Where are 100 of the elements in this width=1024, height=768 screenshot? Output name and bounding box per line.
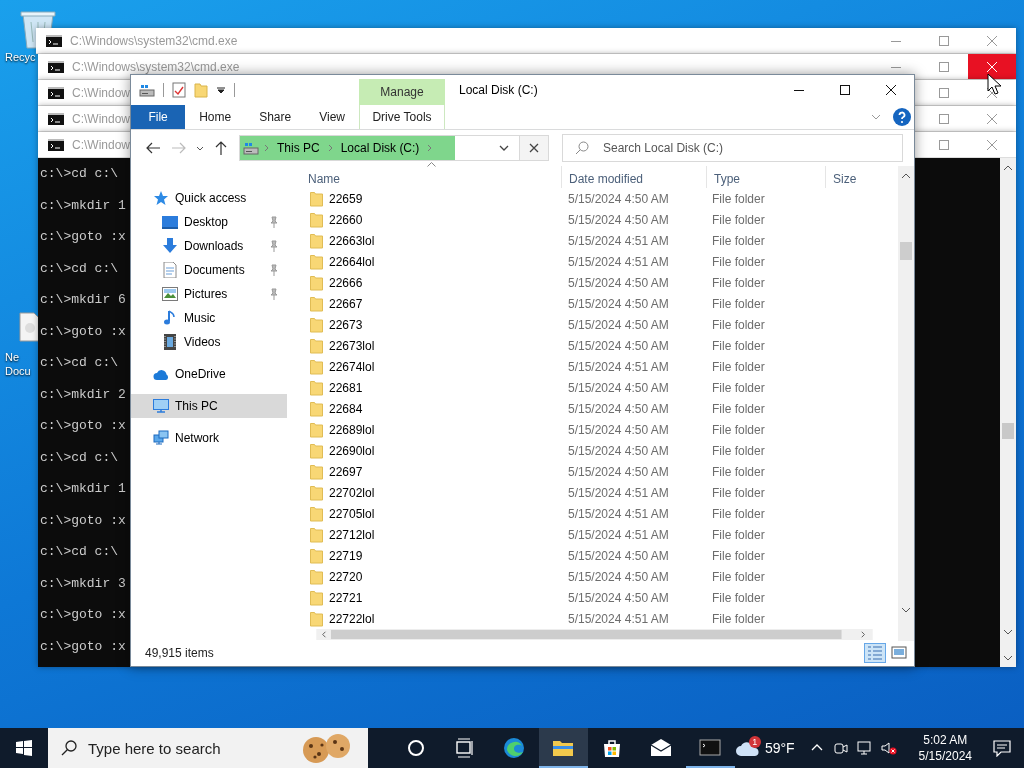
date-modified: 5/15/2024 4:51 AM xyxy=(567,485,670,500)
folder-icon xyxy=(310,610,323,627)
address-bar[interactable]: This PC Local Disk (C:) xyxy=(239,135,520,161)
date-modified: 5/15/2024 4:50 AM xyxy=(567,275,670,290)
console-line: c:\>cd c:\ xyxy=(40,354,118,372)
file-name[interactable]: 22681 xyxy=(329,380,561,395)
folder-icon xyxy=(310,505,323,522)
download-icon xyxy=(162,238,178,254)
column-header[interactable]: Size xyxy=(826,166,898,188)
file-name[interactable]: 22663lol xyxy=(329,233,561,248)
terminal-icon xyxy=(48,112,64,125)
nav-item[interactable]: Network xyxy=(131,426,287,450)
file-type: File folder xyxy=(711,359,766,374)
file-name[interactable]: 22673 xyxy=(329,317,561,332)
console-line: c:\>cd c:\ xyxy=(40,165,118,183)
close-icon xyxy=(886,85,896,95)
nav-item[interactable]: This PC xyxy=(131,394,287,418)
console-line: c:\>mkdir 3 xyxy=(40,574,126,593)
file-name[interactable]: 22697 xyxy=(329,464,561,479)
close-button[interactable] xyxy=(968,54,1016,79)
file-name[interactable]: 22659 xyxy=(329,191,561,206)
folder-icon xyxy=(310,400,323,417)
folder-icon xyxy=(310,358,323,375)
vertical-scrollbar[interactable] xyxy=(898,166,914,641)
ribbon-tab[interactable]: Share xyxy=(245,105,306,129)
file-name[interactable]: 22720 xyxy=(329,569,561,584)
nav-item[interactable]: Music xyxy=(131,306,287,330)
close-icon xyxy=(987,139,997,150)
nav-item[interactable]: Downloads xyxy=(131,234,287,258)
file-name[interactable]: 22722lol xyxy=(329,611,561,626)
date-modified: 5/15/2024 4:50 AM xyxy=(567,212,670,227)
monitor-icon xyxy=(153,398,169,414)
picture-icon xyxy=(162,286,178,302)
notification-badge: 1 xyxy=(748,736,761,748)
icon-label: Docu xyxy=(5,364,31,378)
chevron-icon[interactable] xyxy=(427,144,433,152)
terminal-icon xyxy=(46,34,62,47)
context-tab[interactable]: Drive Tools xyxy=(359,105,445,129)
file-name[interactable]: 22719 xyxy=(329,548,561,563)
file-name[interactable]: 22712lol xyxy=(329,527,561,542)
envelope-icon xyxy=(650,737,673,759)
chevron-icon[interactable] xyxy=(264,144,269,152)
nav-item[interactable]: OneDrive xyxy=(131,362,287,386)
nav-item[interactable]: Pictures xyxy=(131,282,287,306)
nav-item[interactable]: Documents xyxy=(131,258,287,282)
folder-button[interactable] xyxy=(538,728,588,768)
file-name[interactable]: 22664lol xyxy=(329,254,561,269)
file-type: File folder xyxy=(711,338,766,353)
icon-label: Ne xyxy=(5,350,20,364)
context-tab-group[interactable]: Manage xyxy=(359,79,445,105)
file-name[interactable]: 22705lol xyxy=(329,506,561,521)
nav-item[interactable]: Videos xyxy=(131,330,287,354)
file-name[interactable]: 22690lol xyxy=(329,443,561,458)
view-button[interactable] xyxy=(864,643,886,663)
file-type: File folder xyxy=(711,380,766,395)
terminal-icon xyxy=(48,138,64,151)
file-name[interactable]: 22667 xyxy=(329,296,561,311)
folder-icon xyxy=(310,526,323,543)
console-line: c:\>mkdir 6 xyxy=(40,291,126,309)
file-type: File folder xyxy=(711,275,766,290)
date-modified: 5/15/2024 4:50 AM xyxy=(567,464,670,479)
folder-icon xyxy=(310,589,323,606)
search-icon xyxy=(575,141,589,155)
folder-icon xyxy=(310,274,323,291)
stop-button[interactable] xyxy=(520,135,549,161)
column-header[interactable]: Date modified xyxy=(562,166,707,188)
file-name[interactable]: 22721 xyxy=(329,590,561,605)
folder-icon xyxy=(310,190,323,207)
chevron-down-icon[interactable] xyxy=(871,114,881,120)
ribbon-tab[interactable]: View xyxy=(305,105,359,129)
file-name[interactable]: 22666 xyxy=(329,275,561,290)
clock[interactable]: 5:02 AM 5/15/2024 xyxy=(910,728,980,768)
file-name[interactable]: 22674lol xyxy=(329,359,561,374)
breadcrumb[interactable]: Local Disk (C:) xyxy=(337,141,423,155)
column-header[interactable]: Name xyxy=(291,166,562,188)
help-icon[interactable] xyxy=(893,108,911,126)
chevron-icon[interactable] xyxy=(327,144,333,152)
file-name[interactable]: 22673lol xyxy=(329,338,561,353)
date-modified: 5/15/2024 4:51 AM xyxy=(567,233,670,248)
column-header[interactable]: Type xyxy=(707,166,826,188)
terminal-icon xyxy=(699,736,722,758)
file-name[interactable]: 22689lol xyxy=(329,422,561,437)
maximize-icon xyxy=(939,113,949,124)
file-name[interactable]: 22660 xyxy=(329,212,561,227)
file-tab[interactable]: File xyxy=(131,105,186,129)
ribbon-tab[interactable]: Home xyxy=(185,105,246,129)
weather-button[interactable]: 1 59°F xyxy=(734,728,805,768)
file-name[interactable]: 22702lol xyxy=(329,485,561,500)
search-field[interactable]: Type here to search xyxy=(48,728,368,768)
maximize-icon xyxy=(939,35,949,46)
folder-icon xyxy=(310,379,323,396)
nav-item[interactable]: Desktop xyxy=(131,210,287,234)
file-name[interactable]: 22684 xyxy=(329,401,561,416)
breadcrumb[interactable]: This PC xyxy=(274,141,323,155)
properties-icon[interactable] xyxy=(172,82,186,98)
folder-icon[interactable] xyxy=(194,82,208,98)
drive-icon[interactable] xyxy=(139,83,155,97)
search-field[interactable]: Search Local Disk (C:) xyxy=(562,134,903,162)
caret-icon[interactable] xyxy=(216,85,226,95)
nav-item[interactable]: Quick access xyxy=(131,186,287,210)
